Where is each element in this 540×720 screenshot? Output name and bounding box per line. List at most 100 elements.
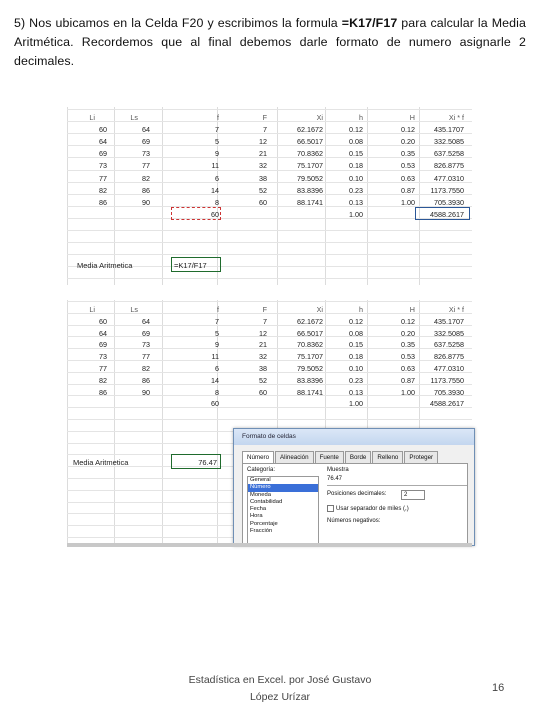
table-cell[interactable]: 60 <box>99 125 107 134</box>
table-cell[interactable]: 6 <box>215 364 219 373</box>
table-cell[interactable]: 0.12 <box>349 125 363 134</box>
column-header[interactable]: Li <box>89 113 95 122</box>
table-cell[interactable]: 75.1707 <box>297 161 323 170</box>
tab-alineacion[interactable]: Alineación <box>275 451 314 463</box>
table-cell[interactable]: 73 <box>99 352 107 361</box>
table-cell[interactable]: 637.5258 <box>434 340 464 349</box>
table-cell[interactable]: 0.08 <box>349 329 363 338</box>
table-cell[interactable]: 637.5258 <box>434 149 464 158</box>
table-cell[interactable]: 0.12 <box>401 317 415 326</box>
table-cell[interactable]: 1173.7550 <box>431 186 464 195</box>
table-cell[interactable]: 0.63 <box>401 364 415 373</box>
table-cell[interactable]: 8 <box>215 198 219 207</box>
column-header[interactable]: Xi * f <box>449 113 464 122</box>
table-cell[interactable]: 477.0310 <box>434 364 464 373</box>
table-cell[interactable]: 0.13 <box>349 388 363 397</box>
table-cell[interactable]: 9 <box>215 149 219 158</box>
table-cell[interactable]: 9 <box>215 340 219 349</box>
table-cell[interactable]: 82 <box>142 174 150 183</box>
table-cell[interactable]: 11 <box>212 352 219 361</box>
table-cell[interactable]: 8 <box>215 388 219 397</box>
decimals-spinner[interactable]: 2 <box>401 490 425 500</box>
table-cell[interactable]: 73 <box>99 161 107 170</box>
format-cells-dialog[interactable]: Formato de celdas Número Alineación Fuen… <box>233 428 475 546</box>
category-item[interactable]: Hora <box>248 513 318 520</box>
table-cell[interactable]: 0.12 <box>349 317 363 326</box>
table-cell[interactable]: 0.10 <box>349 174 363 183</box>
table-cell[interactable]: 60 <box>259 388 267 397</box>
table-cell[interactable]: 0.35 <box>401 340 415 349</box>
table-cell[interactable]: 0.08 <box>349 137 363 146</box>
table-cell[interactable]: 0.12 <box>401 125 415 134</box>
table-cell[interactable]: 0.13 <box>349 198 363 207</box>
column-header[interactable]: h <box>359 305 363 314</box>
category-item[interactable]: Contabilidad <box>248 499 318 506</box>
table-cell[interactable]: 0.23 <box>349 186 363 195</box>
table-cell[interactable]: 82 <box>99 186 107 195</box>
table-cell[interactable]: 60 <box>259 198 267 207</box>
table-cell[interactable]: 90 <box>142 388 150 397</box>
table-cell[interactable]: 77 <box>99 364 107 373</box>
table-cell[interactable]: 83.8396 <box>297 186 323 195</box>
table-cell[interactable]: 32 <box>259 352 267 361</box>
column-header[interactable]: F <box>263 305 267 314</box>
media-aritmetica-label[interactable]: Media Aritmetica <box>77 261 132 270</box>
table-cell[interactable]: 7 <box>215 125 219 134</box>
tab-relleno[interactable]: Relleno <box>372 451 404 463</box>
checkbox-icon[interactable] <box>327 505 334 512</box>
table-cell[interactable]: 64 <box>99 137 107 146</box>
formula-cell[interactable]: =K17/F17 <box>174 261 207 270</box>
table-cell[interactable]: 69 <box>99 340 107 349</box>
table-cell[interactable]: 0.53 <box>401 352 415 361</box>
table-cell[interactable]: 14 <box>211 186 219 195</box>
category-list[interactable]: General Número Moneda Contabilidad Fecha… <box>247 476 319 545</box>
table-cell[interactable]: 0.20 <box>401 137 415 146</box>
table-cell[interactable]: 1.00 <box>401 388 415 397</box>
table-cell[interactable]: 70.8362 <box>297 149 323 158</box>
table-cell[interactable]: 75.1707 <box>297 352 323 361</box>
category-item[interactable]: Porcentaje <box>248 521 318 528</box>
tab-numero[interactable]: Número <box>242 451 275 463</box>
table-cell[interactable]: 79.5052 <box>297 174 323 183</box>
table-cell[interactable]: 82 <box>142 364 150 373</box>
thousands-separator-checkbox[interactable]: Usar separador de miles (,) <box>327 505 409 512</box>
table-cell[interactable]: 0.53 <box>401 161 415 170</box>
table-cell[interactable]: 6 <box>215 174 219 183</box>
table-cell[interactable]: 7 <box>215 317 219 326</box>
table-cell[interactable]: 14 <box>211 376 219 385</box>
table-cell[interactable]: 12 <box>259 137 267 146</box>
table-cell[interactable]: 0.63 <box>401 174 415 183</box>
table-cell[interactable]: 477.0310 <box>434 174 464 183</box>
table-cell[interactable]: 69 <box>142 329 150 338</box>
column-header[interactable]: H <box>410 113 415 122</box>
category-item[interactable]: Fecha <box>248 506 318 513</box>
table-cell[interactable]: 5 <box>215 329 219 338</box>
table-cell[interactable]: 21 <box>259 149 267 158</box>
table-cell[interactable]: 32 <box>259 161 267 170</box>
table-cell[interactable]: 705.3930 <box>434 388 464 397</box>
table-cell[interactable]: 86 <box>142 376 150 385</box>
column-header[interactable]: Xi <box>317 305 323 314</box>
total-xif-cell[interactable]: 4588.2617 <box>430 399 464 408</box>
table-cell[interactable]: 1.00 <box>401 198 415 207</box>
table-cell[interactable]: 52 <box>259 186 267 195</box>
table-cell[interactable]: 60 <box>99 317 107 326</box>
table-cell[interactable]: 0.35 <box>401 149 415 158</box>
tab-fuente[interactable]: Fuente <box>314 451 344 463</box>
table-cell[interactable]: 0.10 <box>349 364 363 373</box>
table-cell[interactable]: 69 <box>99 149 107 158</box>
table-cell[interactable]: 826.8775 <box>434 352 464 361</box>
table-cell[interactable]: 86 <box>142 186 150 195</box>
column-header[interactable]: F <box>263 113 267 122</box>
table-cell[interactable]: 88.1741 <box>297 388 323 397</box>
table-cell[interactable]: 88.1741 <box>297 198 323 207</box>
table-cell[interactable]: 73 <box>142 149 150 158</box>
table-cell[interactable]: 332.5085 <box>434 137 464 146</box>
table-cell[interactable]: 66.5017 <box>297 329 323 338</box>
table-cell[interactable]: 62.1672 <box>297 317 323 326</box>
table-cell[interactable]: 70.8362 <box>297 340 323 349</box>
column-header[interactable]: Xi * f <box>449 305 464 314</box>
table-cell[interactable]: 38 <box>259 364 267 373</box>
category-item[interactable]: Moneda <box>248 492 318 499</box>
column-header[interactable]: f <box>217 305 219 314</box>
